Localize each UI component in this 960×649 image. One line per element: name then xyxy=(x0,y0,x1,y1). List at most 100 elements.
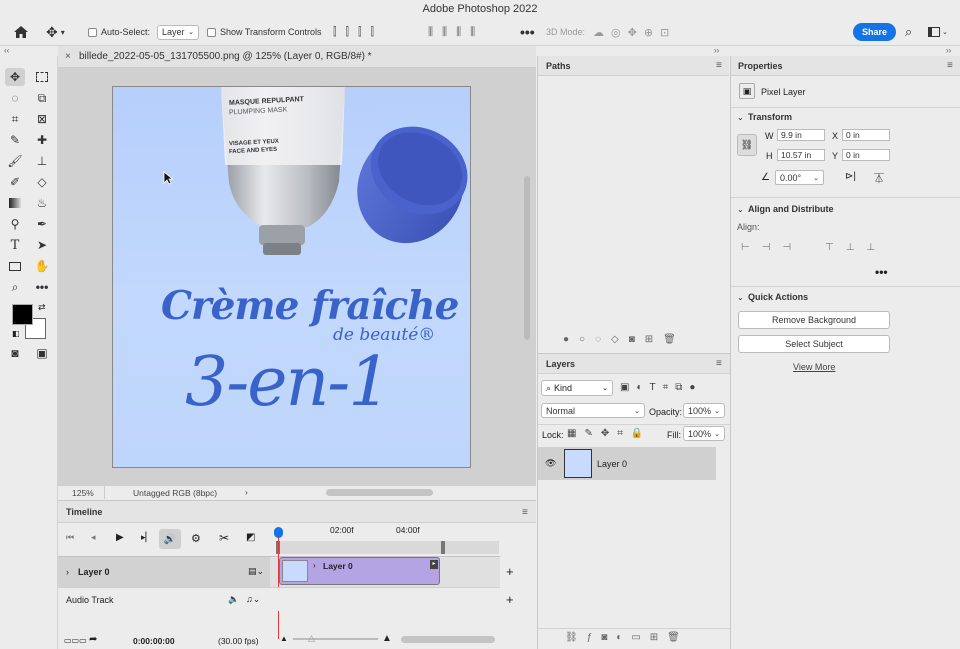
hand-tool[interactable]: ✋ xyxy=(32,257,52,275)
align-vertical-buttons[interactable]: ⊤⊥⊥ xyxy=(825,242,887,253)
timeline-settings-icon[interactable]: ⚙ xyxy=(191,532,201,545)
distribute-buttons[interactable]: ⫼⫼⫼⫼ xyxy=(428,23,484,41)
canvas-horizontal-scrollbar[interactable] xyxy=(326,489,433,496)
quick-actions-chevron-icon[interactable]: ⌄ xyxy=(737,293,744,302)
audio-toggle-icon[interactable]: 🔊 xyxy=(159,529,181,549)
work-area-bar[interactable] xyxy=(277,541,499,554)
zoom-tool[interactable]: ⌕ xyxy=(5,278,25,296)
pen-tool[interactable]: ✒ xyxy=(32,215,52,233)
work-area-end-handle[interactable] xyxy=(441,541,445,554)
align-section-title[interactable]: Align and Distribute xyxy=(748,204,834,214)
properties-tab[interactable]: Properties xyxy=(738,61,783,71)
clip-expand-icon[interactable]: › xyxy=(313,561,316,570)
layer-filter-dropdown[interactable]: ⌕ Kind ⌄ xyxy=(541,380,613,396)
zoom-in-timeline-icon[interactable]: ▲ xyxy=(382,633,392,644)
track-film-icon[interactable]: ▤⌄ xyxy=(248,566,264,577)
lock-icons[interactable]: ▦✎✥⌗🔒 xyxy=(567,428,651,439)
frame-mode-icon[interactable]: ▭▭▭ xyxy=(64,636,87,645)
timeline-zoom-thumb[interactable]: △ xyxy=(308,633,315,644)
document-tab[interactable]: × billede_2022-05-05_131705500.png @ 125… xyxy=(58,46,536,68)
close-document-icon[interactable]: × xyxy=(65,46,71,68)
screen-mode-icon[interactable]: ▣ xyxy=(32,344,52,362)
layers-footer-icons[interactable]: ⛓ƒ◙◐▭⊞🗑 xyxy=(565,632,730,646)
eyedropper-tool[interactable]: ✎ xyxy=(5,131,25,149)
blur-tool[interactable]: ♨ xyxy=(32,194,52,212)
canvas-vertical-scrollbar[interactable] xyxy=(524,176,530,340)
swap-colors-icon[interactable]: ⇄ xyxy=(38,302,46,313)
transform-section-title[interactable]: Transform xyxy=(748,112,792,122)
more-tools-icon[interactable]: ••• xyxy=(32,278,52,296)
timeline-zoom-slider[interactable] xyxy=(293,638,378,640)
opacity-field[interactable]: 100% ⌄ xyxy=(683,403,725,419)
view-more-link[interactable]: View More xyxy=(793,362,835,372)
transform-chevron-icon[interactable]: ⌄ xyxy=(737,113,744,122)
width-field[interactable]: 9.9 in xyxy=(777,129,825,141)
expand-track-icon[interactable]: › xyxy=(66,567,69,577)
paths-tab[interactable]: Paths xyxy=(546,61,571,71)
path-select-tool[interactable]: ➤ xyxy=(32,236,52,254)
angle-field[interactable]: 0.00° ⌄ xyxy=(775,170,824,185)
timeline-scrollbar[interactable] xyxy=(401,636,495,643)
stamp-tool[interactable]: ⊥ xyxy=(32,152,52,170)
layers-tab[interactable]: Layers xyxy=(546,359,575,369)
layer-filter-icons[interactable]: ▣◐T⌗⧉● xyxy=(620,382,702,393)
timeline-menu-icon[interactable]: ≡ xyxy=(522,507,528,518)
paths-list[interactable] xyxy=(538,76,729,331)
layer-row[interactable]: 👁 Layer 0 xyxy=(538,447,716,480)
collapse-toolbar-icon[interactable]: ‹‹ xyxy=(4,46,9,55)
clip-end-icon[interactable]: ▸ xyxy=(430,560,438,569)
share-button[interactable]: Share xyxy=(853,23,896,41)
show-transform-checkbox[interactable] xyxy=(207,27,216,37)
flip-vertical-icon[interactable]: ⏄ xyxy=(874,170,884,185)
render-video-icon[interactable]: ➦ xyxy=(89,634,97,645)
x-field[interactable]: 0 in xyxy=(842,129,890,141)
foreground-color-front[interactable] xyxy=(12,304,33,325)
transition-icon[interactable]: ◩ xyxy=(246,532,255,543)
quick-mask-icon[interactable]: ◙ xyxy=(5,344,25,362)
healing-tool[interactable]: ✚ xyxy=(32,131,52,149)
time-ruler[interactable] xyxy=(278,524,500,542)
paths-footer-icons[interactable]: ●○◌◇◙⊞🗑 xyxy=(563,334,728,348)
brush-tool[interactable]: 🖌 xyxy=(5,152,25,170)
paths-menu-icon[interactable]: ≡ xyxy=(716,60,722,71)
visibility-eye-icon[interactable]: 👁 xyxy=(545,458,556,469)
home-icon[interactable] xyxy=(13,23,29,41)
type-tool[interactable]: T xyxy=(5,236,25,254)
collapse-mid-icon[interactable]: ›› xyxy=(714,46,719,55)
eraser-tool[interactable]: ◇ xyxy=(32,173,52,191)
object-select-tool[interactable]: ⧉ xyxy=(32,89,52,107)
rectangle-tool[interactable] xyxy=(5,257,25,275)
layer-track-header[interactable]: › Layer 0 ▤⌄ xyxy=(58,556,270,587)
crop-tool[interactable]: ⌗ xyxy=(5,110,25,128)
auto-select-option[interactable]: Auto-Select: xyxy=(88,23,150,41)
collapse-right-icon[interactable]: ›› xyxy=(946,46,951,55)
split-clip-icon[interactable]: ✂ xyxy=(219,531,229,545)
lasso-tool[interactable]: ◌ xyxy=(5,89,25,107)
align-horizontal-buttons[interactable]: ⊢⊣⊣ xyxy=(741,242,803,253)
current-time[interactable]: 0:00:00:00 xyxy=(133,636,175,646)
document-image[interactable]: MASQUE REPULPANT PLUMPING MASK VISAGE ET… xyxy=(112,86,471,468)
audio-track-lane[interactable] xyxy=(270,587,500,611)
flip-horizontal-icon[interactable]: ⊳| xyxy=(845,171,856,182)
first-frame-icon[interactable]: ⏮ xyxy=(66,532,74,543)
next-frame-icon[interactable]: ▸▏ xyxy=(141,532,152,543)
zoom-level[interactable]: 125% xyxy=(72,488,94,498)
marquee-tool[interactable] xyxy=(32,68,52,86)
add-audio-icon[interactable]: + xyxy=(506,592,514,607)
default-colors-icon[interactable]: ◧ xyxy=(12,329,20,338)
auto-select-dropdown[interactable]: Layer ⌄ xyxy=(157,23,199,41)
audio-track-header[interactable]: Audio Track 🔈 ♫⌄ xyxy=(58,587,270,611)
properties-menu-icon[interactable]: ≡ xyxy=(947,60,953,71)
move-tool[interactable]: ✥ xyxy=(5,68,25,86)
link-dimensions-icon[interactable]: ⛓ xyxy=(737,134,757,156)
y-field[interactable]: 0 in xyxy=(842,149,890,161)
auto-select-checkbox[interactable] xyxy=(88,27,97,37)
add-media-icon[interactable]: + xyxy=(506,564,514,579)
layers-menu-icon[interactable]: ≡ xyxy=(716,358,722,369)
height-field[interactable]: 10.57 in xyxy=(777,149,825,161)
align-more-icon[interactable]: ••• xyxy=(875,265,888,279)
history-brush-tool[interactable]: ✐ xyxy=(5,173,25,191)
audio-mute-icon[interactable]: 🔈 xyxy=(228,594,239,605)
prev-frame-icon[interactable]: ◂ xyxy=(91,532,96,543)
status-arrow-icon[interactable]: › xyxy=(245,487,248,497)
